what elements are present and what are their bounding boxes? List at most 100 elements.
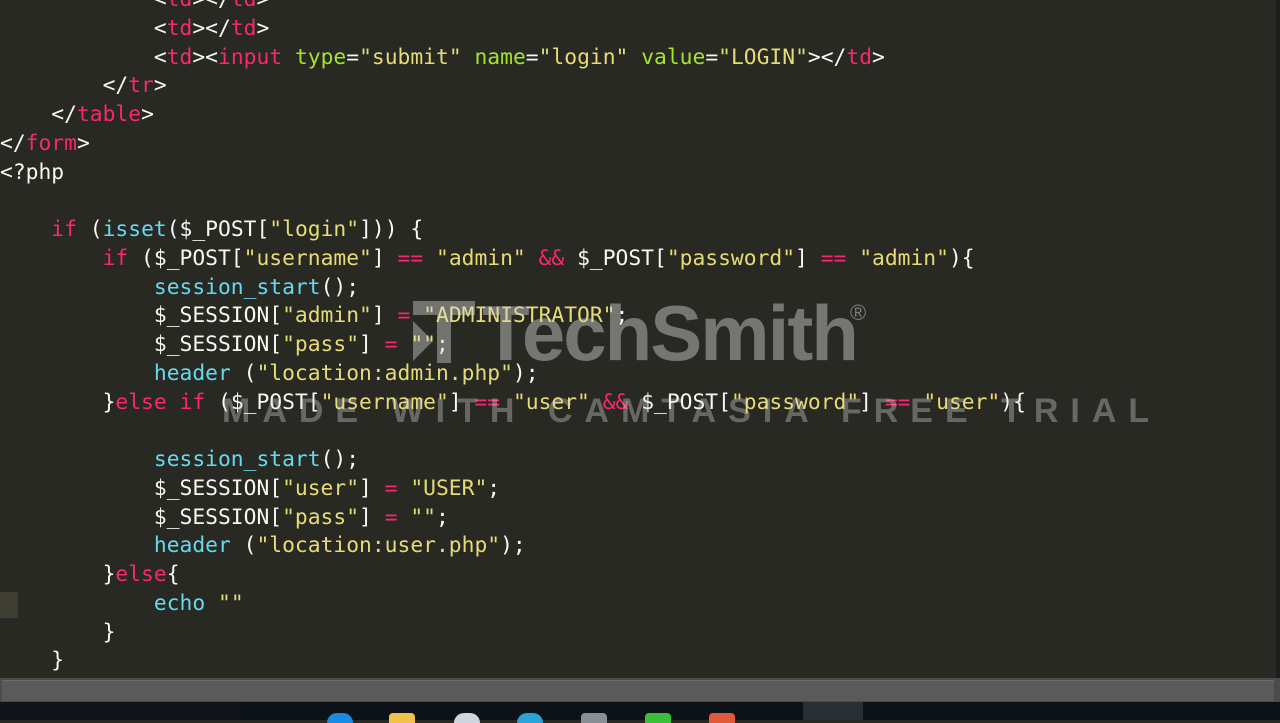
code-token: $_SESSION[ [153, 475, 283, 501]
code-token: else [115, 389, 167, 415]
code-line[interactable]: <td></td> [0, 0, 1026, 15]
code-line[interactable]: } [0, 619, 1026, 648]
code-token: "username" [320, 389, 449, 415]
code-token: < [154, 0, 167, 12]
code-line[interactable]: session_start(); [0, 446, 1026, 475]
people-icon[interactable] [454, 713, 480, 723]
code-token: ){ [948, 245, 975, 271]
code-token: > [256, 15, 270, 41]
code-token: input [218, 44, 283, 70]
code-token: ); [500, 533, 526, 559]
code-token: $_POST[ [564, 245, 667, 271]
code-line[interactable]: $_SESSION["pass"] = ""; [0, 331, 1026, 360]
code-line[interactable]: $_SESSION["admin"] = "ADMINISTRATOR"; [0, 302, 1026, 331]
code-token: ( [230, 360, 257, 386]
code-token: else [115, 562, 167, 587]
code-token: $_SESSION[ [153, 303, 283, 329]
code-token: "admin" [436, 245, 526, 271]
code-token: <?php [0, 159, 65, 185]
red-app-icon[interactable] [709, 713, 735, 723]
code-line[interactable]: </form> [0, 130, 1026, 159]
status-bar-inner [2, 680, 1274, 701]
code-line[interactable]: <td></td> [0, 15, 1026, 44]
code-line[interactable] [0, 417, 1026, 446]
code-token: session_start [153, 447, 321, 472]
code-token: == [884, 389, 911, 415]
code-token: name [474, 44, 526, 70]
status-bar [0, 678, 1280, 702]
code-line[interactable] [0, 187, 1026, 216]
code-token: if [179, 389, 206, 415]
code-token: </ [0, 130, 26, 156]
code-line[interactable]: }else if ($_POST["username"] == "user" &… [0, 389, 1026, 418]
green-app-icon[interactable] [645, 713, 671, 723]
code-line[interactable]: header ("location:user.php"); [0, 532, 1026, 561]
code-token: ></ [192, 15, 231, 41]
taskbar-active-item[interactable] [803, 702, 863, 720]
code-token: </ [51, 102, 77, 127]
code-token: ] [359, 504, 385, 530]
code-token: = [525, 44, 539, 70]
code-token: "LOGIN" [718, 44, 808, 70]
code-token: ; [436, 332, 449, 357]
code-token: ])) { [359, 217, 424, 242]
file-explorer-icon[interactable] [389, 713, 415, 723]
code-token: "location:user.php" [256, 533, 501, 559]
code-token: < [153, 15, 167, 41]
code-token: ); [512, 360, 539, 386]
code-line[interactable]: $_SESSION["pass"] = ""; [0, 504, 1026, 533]
edge-icon[interactable] [327, 713, 353, 723]
code-line[interactable]: <td><input type="submit" name="login" va… [0, 44, 1026, 73]
code-token: table [76, 102, 142, 127]
code-line[interactable]: if ($_POST["username"] == "admin" && $_P… [0, 245, 1026, 274]
code-line[interactable]: $_SESSION["user"] = "USER"; [0, 475, 1026, 504]
code-content[interactable]: <td></td> <td></td> <td><input type="sub… [0, 0, 1026, 676]
code-token: td [167, 0, 193, 12]
code-token: < [153, 44, 167, 70]
code-token: $_SESSION[ [153, 504, 283, 530]
code-line[interactable]: }else{ [0, 561, 1026, 590]
code-line[interactable]: header ("location:admin.php"); [0, 360, 1026, 389]
code-token: "admin" [859, 245, 949, 271]
code-token: isset [102, 217, 167, 242]
code-line[interactable]: } [0, 647, 1026, 676]
code-token: = [705, 44, 719, 70]
code-token: td [166, 15, 193, 41]
code-token: "password" [730, 389, 860, 415]
browser-icon[interactable] [517, 713, 543, 723]
code-token: ></ [807, 44, 847, 70]
code-token: "pass" [282, 504, 360, 530]
code-line[interactable]: if (isset($_POST["login"])) { [0, 216, 1026, 245]
code-line[interactable]: <?php [0, 159, 1026, 188]
code-token: ] [448, 389, 475, 415]
code-token: $_POST[ [628, 389, 731, 415]
code-editor[interactable]: <td></td> <td></td> <td><input type="sub… [0, 0, 1280, 678]
code-token: "" [410, 504, 436, 530]
app-icon[interactable] [581, 713, 607, 723]
code-line[interactable]: echo "" [0, 590, 1026, 619]
code-line[interactable]: </table> [0, 101, 1026, 130]
code-line[interactable]: session_start(); [0, 274, 1026, 303]
code-token: header [153, 533, 231, 559]
code-line[interactable]: </tr> [0, 72, 1026, 101]
code-token: "pass" [282, 332, 360, 357]
code-token: type [294, 44, 347, 70]
code-token: == [397, 245, 424, 271]
code-token: > [256, 0, 269, 12]
code-token: ] [359, 475, 385, 501]
